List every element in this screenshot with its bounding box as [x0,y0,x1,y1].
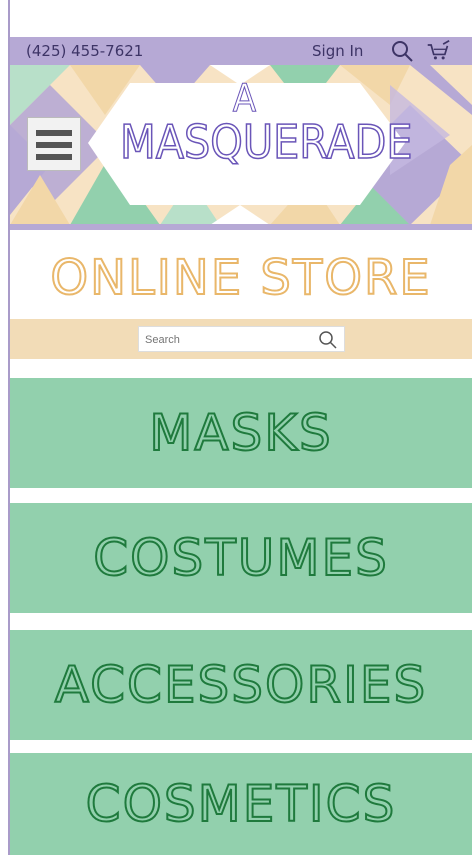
category-masks[interactable]: MASKS [10,378,472,488]
menu-bar-icon [36,154,72,160]
top-bar: (425) 455-7621 Sign In [10,37,472,65]
menu-bar-icon [36,142,72,148]
category-label: ACCESSORIES [54,655,428,715]
category-label: MASKS [148,403,333,463]
category-label: COSMETICS [85,774,397,834]
hamburger-menu-button[interactable] [27,117,81,171]
brand-name: MASQUERADE [119,114,413,170]
search-input[interactable] [143,330,307,350]
sign-in-link[interactable]: Sign In [312,42,363,60]
search-icon[interactable] [390,39,414,63]
brand-line-a: A [232,76,258,121]
cart-icon[interactable] [426,39,450,63]
category-costumes[interactable]: COSTUMES [10,503,472,613]
banner-border [10,224,472,230]
phone-number[interactable]: (425) 455-7621 [26,42,143,60]
category-accessories[interactable]: ACCESSORIES [10,630,472,740]
store-title: ONLINE STORE [49,249,432,307]
category-label: COSTUMES [92,528,389,588]
search-box [138,326,345,352]
category-cosmetics[interactable]: COSMETICS [10,753,472,855]
search-submit-icon[interactable] [318,330,338,350]
menu-bar-icon [36,130,72,136]
